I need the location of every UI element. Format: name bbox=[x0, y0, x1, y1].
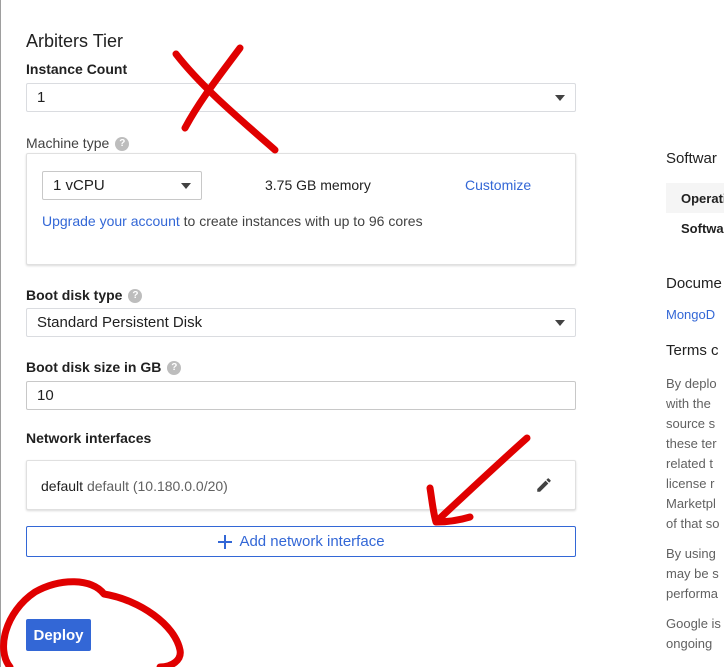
annotation-arrow-shaft bbox=[434, 434, 531, 524]
annotation-overlay bbox=[0, 44, 531, 667]
annotation-circle bbox=[0, 578, 184, 667]
